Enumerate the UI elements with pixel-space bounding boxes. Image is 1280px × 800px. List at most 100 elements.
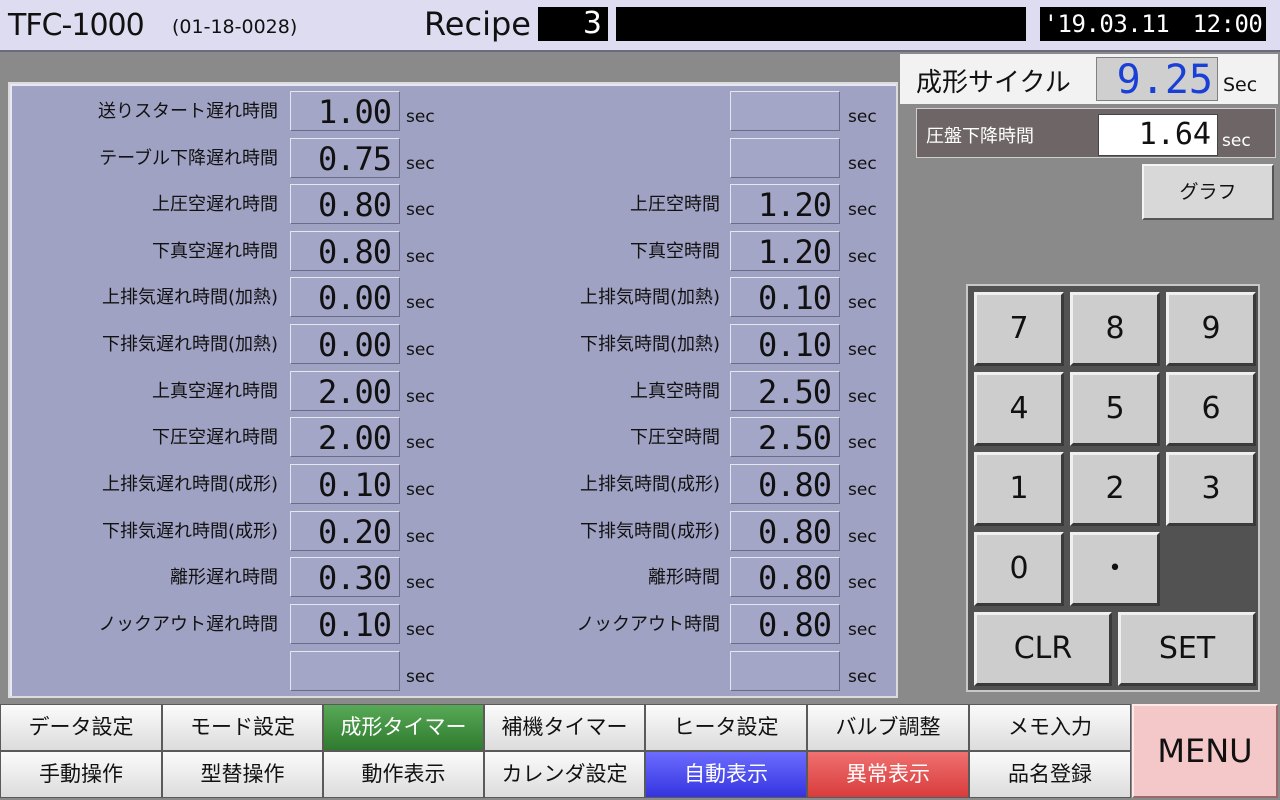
unit-label: sec — [406, 293, 435, 313]
nav-memo-input[interactable]: メモ入力 — [969, 704, 1131, 751]
timer-value-field[interactable]: 0.80 — [730, 604, 840, 644]
timer-value-field[interactable]: 0.00 — [290, 277, 400, 317]
press-descent-unit: sec — [1222, 131, 1251, 151]
nav-data-settings[interactable]: データ設定 — [0, 704, 162, 751]
nav-heater-settings[interactable]: ヒータ設定 — [645, 704, 807, 751]
timer-value-field[interactable]: 2.00 — [290, 371, 400, 411]
timer-settings-panel: 送りスタート遅れ時間 1.00 sec テーブル下降遅れ時間 0.75 sec … — [8, 82, 898, 698]
unit-label: sec — [848, 340, 877, 360]
nav-motion-display[interactable]: 動作表示 — [323, 751, 484, 798]
key-8[interactable]: 8 — [1070, 292, 1160, 366]
recipe-label: Recipe — [424, 5, 531, 43]
timer-value-field[interactable]: 0.80 — [730, 464, 840, 504]
timer-value-field[interactable]: 0.30 — [290, 557, 400, 597]
serial-number: (01-18-0028) — [172, 16, 298, 38]
timer-value-field[interactable]: 2.00 — [290, 417, 400, 457]
key-5[interactable]: 5 — [1070, 372, 1160, 446]
unit-label: sec — [406, 527, 435, 547]
unit-label: sec — [406, 620, 435, 640]
nav-aux-timer[interactable]: 補機タイマー — [484, 704, 645, 751]
recipe-name-display — [616, 7, 1026, 41]
unit-label: sec — [406, 573, 435, 593]
cycle-time-panel: 成形サイクル — [900, 54, 1278, 104]
timer-label: 上真空時間 — [630, 381, 720, 402]
menu-button[interactable]: MENU — [1132, 704, 1278, 798]
timer-value-field[interactable] — [730, 91, 840, 131]
unit-label: sec — [848, 527, 877, 547]
timer-label: テーブル下降遅れ時間 — [99, 148, 278, 169]
timer-label: 下真空時間 — [630, 241, 720, 262]
timer-label — [490, 138, 720, 180]
nav-auto-display[interactable]: 自動表示 — [645, 751, 807, 798]
nav-forming-timer[interactable]: 成形タイマー — [323, 704, 484, 751]
clear-button[interactable]: CLR — [974, 612, 1112, 686]
nav-calendar-settings[interactable]: カレンダ設定 — [484, 751, 645, 798]
unit-label: sec — [848, 573, 877, 593]
recipe-number[interactable]: 3 — [538, 7, 608, 41]
key-3[interactable]: 3 — [1166, 452, 1256, 526]
timer-value-field[interactable]: 0.10 — [730, 324, 840, 364]
timer-value-field[interactable]: 0.10 — [290, 604, 400, 644]
cycle-time-unit: Sec — [1223, 74, 1258, 96]
press-descent-value: 1.64 — [1098, 114, 1218, 156]
key-2[interactable]: 2 — [1070, 452, 1160, 526]
key-1[interactable]: 1 — [974, 452, 1064, 526]
timer-label: 上排気遅れ時間(加熱) — [101, 287, 278, 308]
unit-label: sec — [406, 480, 435, 500]
timer-label: 上真空遅れ時間 — [152, 381, 278, 402]
timer-value-field[interactable]: 1.00 — [290, 91, 400, 131]
nav-product-registration[interactable]: 品名登録 — [969, 751, 1131, 798]
timer-value-field[interactable]: 2.50 — [730, 417, 840, 457]
timer-value-field[interactable]: 0.80 — [290, 184, 400, 224]
timer-value-field[interactable]: 1.20 — [730, 231, 840, 271]
unit-label: sec — [848, 107, 877, 127]
unit-label: sec — [848, 620, 877, 640]
timer-value-field[interactable] — [290, 651, 400, 691]
unit-label: sec — [848, 667, 877, 687]
timer-value-field[interactable]: 1.20 — [730, 184, 840, 224]
timer-value-field[interactable]: 0.80 — [290, 231, 400, 271]
nav-mode-settings[interactable]: モード設定 — [162, 704, 323, 751]
timer-value-field[interactable]: 0.10 — [730, 277, 840, 317]
nav-mold-change[interactable]: 型替操作 — [162, 751, 323, 798]
timer-label: 送りスタート遅れ時間 — [98, 101, 278, 122]
cycle-time-value: 9.25 — [1096, 57, 1218, 102]
timer-label: ノックアウト時間 — [576, 614, 720, 635]
timer-value-field[interactable]: 2.50 — [730, 371, 840, 411]
key-4[interactable]: 4 — [974, 372, 1064, 446]
unit-label: sec — [848, 200, 877, 220]
timer-value-field[interactable] — [730, 138, 840, 178]
key-6[interactable]: 6 — [1166, 372, 1256, 446]
timer-value-field[interactable]: 0.10 — [290, 464, 400, 504]
nav-valve-adjust[interactable]: バルブ調整 — [807, 704, 969, 751]
unit-label: sec — [406, 667, 435, 687]
key-7[interactable]: 7 — [974, 292, 1064, 366]
nav-manual-operation[interactable]: 手動操作 — [0, 751, 162, 798]
key-9[interactable]: 9 — [1166, 292, 1256, 366]
unit-label: sec — [848, 154, 877, 174]
set-button[interactable]: SET — [1118, 612, 1256, 686]
header-bar: TFC-1000 (01-18-0028) Recipe 3 '19.03.11… — [0, 0, 1280, 52]
nav-alarm-display[interactable]: 異常表示 — [807, 751, 969, 798]
timer-label — [490, 651, 720, 693]
timer-value-field[interactable]: 0.20 — [290, 511, 400, 551]
timer-value-field[interactable]: 0.80 — [730, 557, 840, 597]
timer-value-field[interactable]: 0.80 — [730, 511, 840, 551]
timer-value-field[interactable] — [730, 651, 840, 691]
unit-label: sec — [848, 247, 877, 267]
key-decimal[interactable]: • — [1070, 532, 1160, 606]
unit-label: sec — [406, 200, 435, 220]
timer-label: 離形遅れ時間 — [170, 567, 278, 588]
timer-label: 下排気時間(加熱) — [579, 334, 720, 355]
timer-label: 上排気時間(加熱) — [579, 287, 720, 308]
key-0[interactable]: 0 — [974, 532, 1064, 606]
timer-label — [490, 91, 720, 133]
timer-label: 上排気時間(成形) — [579, 474, 720, 495]
timer-value-field[interactable]: 0.00 — [290, 324, 400, 364]
unit-label: sec — [406, 387, 435, 407]
graph-button[interactable]: グラフ — [1142, 164, 1274, 220]
timer-value-field[interactable]: 0.75 — [290, 138, 400, 178]
unit-label: sec — [406, 340, 435, 360]
timer-label: 上排気遅れ時間(成形) — [101, 474, 278, 495]
numeric-keypad: 7 8 9 4 5 6 1 2 3 0 • CLR SET — [966, 284, 1260, 692]
